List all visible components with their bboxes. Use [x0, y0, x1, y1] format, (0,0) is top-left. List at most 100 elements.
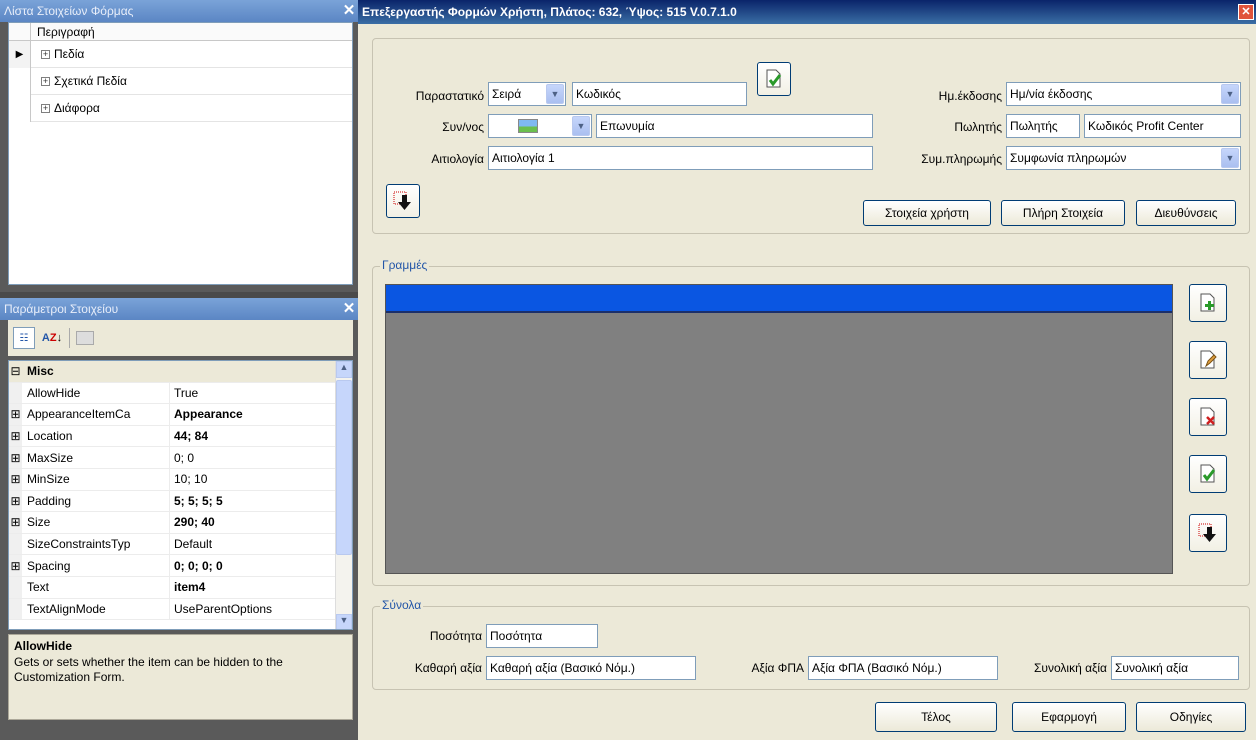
property-row[interactable]: ⊞ MinSize 10; 10: [9, 468, 352, 491]
document-check-icon: [1200, 464, 1216, 483]
property-value[interactable]: Appearance: [170, 404, 352, 425]
property-value[interactable]: 44; 84: [170, 426, 352, 447]
end-button[interactable]: Τέλος: [875, 702, 997, 732]
total-value-label: Συνολική αξία: [1033, 661, 1107, 675]
close-icon[interactable]: ✕: [340, 2, 358, 20]
expand-icon[interactable]: ⊞: [9, 425, 22, 447]
addresses-button[interactable]: Διευθύνσεις: [1136, 200, 1236, 226]
property-name: TextAlignMode: [22, 598, 170, 620]
property-name: Size: [22, 512, 170, 533]
property-value[interactable]: 0; 0: [170, 447, 352, 468]
quantity-label: Ποσότητα: [429, 629, 482, 643]
form-items-tree: Περιγραφή ▶ + Πεδία + Σχετικά Πεδία + Δι…: [8, 22, 353, 285]
tree-item-pedia[interactable]: ▶ + Πεδία: [9, 40, 352, 68]
eponymia-field[interactable]: Επωνυμία: [596, 114, 873, 138]
expand-icon[interactable]: ⊞: [9, 404, 22, 425]
kodikos-field[interactable]: Κωδικός: [572, 82, 747, 106]
property-value[interactable]: Default: [170, 534, 352, 555]
symfonia-label: Συμ.πληρωμής: [921, 152, 1002, 166]
property-value[interactable]: 5; 5; 5; 5: [170, 491, 352, 512]
property-grid-scrollbar[interactable]: ▲ ▼: [335, 361, 352, 629]
delete-line-button[interactable]: [1189, 398, 1227, 436]
expand-icon[interactable]: +: [41, 76, 50, 86]
tree-item-misc[interactable]: + Διάφορα: [9, 94, 352, 122]
expand-icon[interactable]: ⊞: [9, 490, 22, 512]
expand-icon[interactable]: ⊞: [9, 512, 22, 533]
property-row[interactable]: Text item4: [9, 576, 352, 599]
scroll-thumb[interactable]: [336, 380, 352, 555]
quantity-field[interactable]: Ποσότητα: [486, 624, 598, 648]
property-row[interactable]: AllowHide True: [9, 382, 352, 405]
property-name: SizeConstraintsTyp: [22, 533, 170, 555]
expand-icon[interactable]: ⊞: [9, 555, 22, 576]
categorized-icon[interactable]: ☷: [13, 327, 35, 349]
move-line-down-button[interactable]: [1189, 514, 1227, 552]
total-value-field[interactable]: Συνολική αξία: [1111, 656, 1239, 680]
expand-icon[interactable]: ⊞: [9, 447, 22, 468]
property-value[interactable]: 290; 40: [170, 512, 352, 533]
property-row[interactable]: ⊞ Location 44; 84: [9, 425, 352, 448]
property-row[interactable]: ⊞ MaxSize 0; 0: [9, 447, 352, 469]
row-spacer: [9, 576, 22, 598]
property-row[interactable]: ⊞ Spacing 0; 0; 0; 0: [9, 555, 352, 577]
property-name: MaxSize: [22, 447, 170, 468]
delete-document-icon: [1200, 407, 1215, 426]
validate-icon-button[interactable]: [757, 62, 791, 96]
synallassomenos-combo[interactable]: ▼: [488, 114, 592, 138]
tree-item-related-fields[interactable]: + Σχετικά Πεδία: [9, 67, 352, 95]
net-value-field[interactable]: Καθαρή αξία (Βασικό Νόμ.): [486, 656, 696, 680]
lines-grid[interactable]: [385, 284, 1173, 574]
expand-icon[interactable]: ⊞: [9, 468, 22, 490]
property-row[interactable]: ⊞ AppearanceItemCa Appearance: [9, 404, 352, 426]
property-value[interactable]: UseParentOptions: [170, 599, 352, 620]
scroll-up-icon[interactable]: ▲: [336, 361, 352, 378]
seira-combo[interactable]: Σειρά ▼: [488, 82, 566, 106]
confirm-line-button[interactable]: [1189, 455, 1227, 493]
property-name: Padding: [22, 490, 170, 512]
property-value[interactable]: True: [170, 383, 352, 404]
vat-field[interactable]: Αξία ΦΠΑ (Βασικό Νόμ.): [808, 656, 998, 680]
property-row[interactable]: ⊞ Padding 5; 5; 5; 5: [9, 490, 352, 513]
image-icon: [518, 119, 538, 133]
property-row[interactable]: SizeConstraintsTyp Default: [9, 533, 352, 556]
help-button[interactable]: Οδηγίες: [1136, 702, 1246, 732]
collapse-icon[interactable]: ⊟: [9, 361, 22, 382]
properties-toolbar: ☷ A Z ↓: [8, 320, 353, 356]
tree-column-header[interactable]: Περιγραφή: [9, 23, 352, 41]
close-icon[interactable]: ✕: [340, 300, 358, 318]
user-data-button[interactable]: Στοιχεία χρήστη: [863, 200, 991, 226]
expand-icon[interactable]: +: [41, 103, 50, 113]
dropdown-chevron-icon[interactable]: ▼: [546, 84, 564, 104]
property-pages-icon[interactable]: [76, 331, 94, 345]
property-value[interactable]: item4: [170, 577, 352, 598]
add-line-button[interactable]: [1189, 284, 1227, 322]
aitiologia-field[interactable]: Αιτιολογία 1: [488, 146, 873, 170]
symfonia-combo[interactable]: Συμφωνία πληρωμών ▼: [1006, 146, 1241, 170]
dropdown-chevron-icon[interactable]: ▼: [572, 116, 590, 136]
close-icon[interactable]: ✕: [1238, 4, 1254, 20]
expand-icon[interactable]: +: [41, 49, 50, 59]
profit-center-field[interactable]: Κωδικός Profit Center: [1084, 114, 1241, 138]
vat-label: Αξία ΦΠΑ: [751, 661, 804, 675]
edit-line-button[interactable]: [1189, 341, 1227, 379]
hm-ekdosis-combo[interactable]: Ημ/νία έκδοσης ▼: [1006, 82, 1241, 106]
form-editor-window: Επεξεργαστής Φορμών Χρήστη, Πλάτος: 632,…: [358, 0, 1256, 740]
dropdown-chevron-icon[interactable]: ▼: [1221, 84, 1239, 104]
description-title: AllowHide: [14, 639, 73, 653]
sort-alphabetical-icon[interactable]: A Z ↓: [41, 327, 63, 349]
synallassomenos-label: Συν/νος: [442, 120, 484, 134]
move-down-icon-button[interactable]: [386, 184, 420, 218]
arrow-down-icon: [1198, 523, 1216, 542]
property-value[interactable]: 0; 0; 0; 0: [170, 555, 352, 576]
property-value[interactable]: 10; 10: [170, 469, 352, 490]
arrow-down-icon: [393, 191, 411, 210]
politis-field[interactable]: Πωλητής: [1006, 114, 1080, 138]
property-row[interactable]: TextAlignMode UseParentOptions: [9, 598, 352, 621]
property-category-misc[interactable]: ⊟ Misc: [9, 361, 352, 383]
property-row[interactable]: ⊞ Size 290; 40: [9, 512, 352, 534]
full-data-button[interactable]: Πλήρη Στοιχεία: [1001, 200, 1125, 226]
row-spacer: [9, 598, 22, 620]
dropdown-chevron-icon[interactable]: ▼: [1221, 148, 1239, 168]
apply-button[interactable]: Εφαρμογή: [1012, 702, 1126, 732]
scroll-down-icon[interactable]: ▼: [336, 614, 352, 629]
